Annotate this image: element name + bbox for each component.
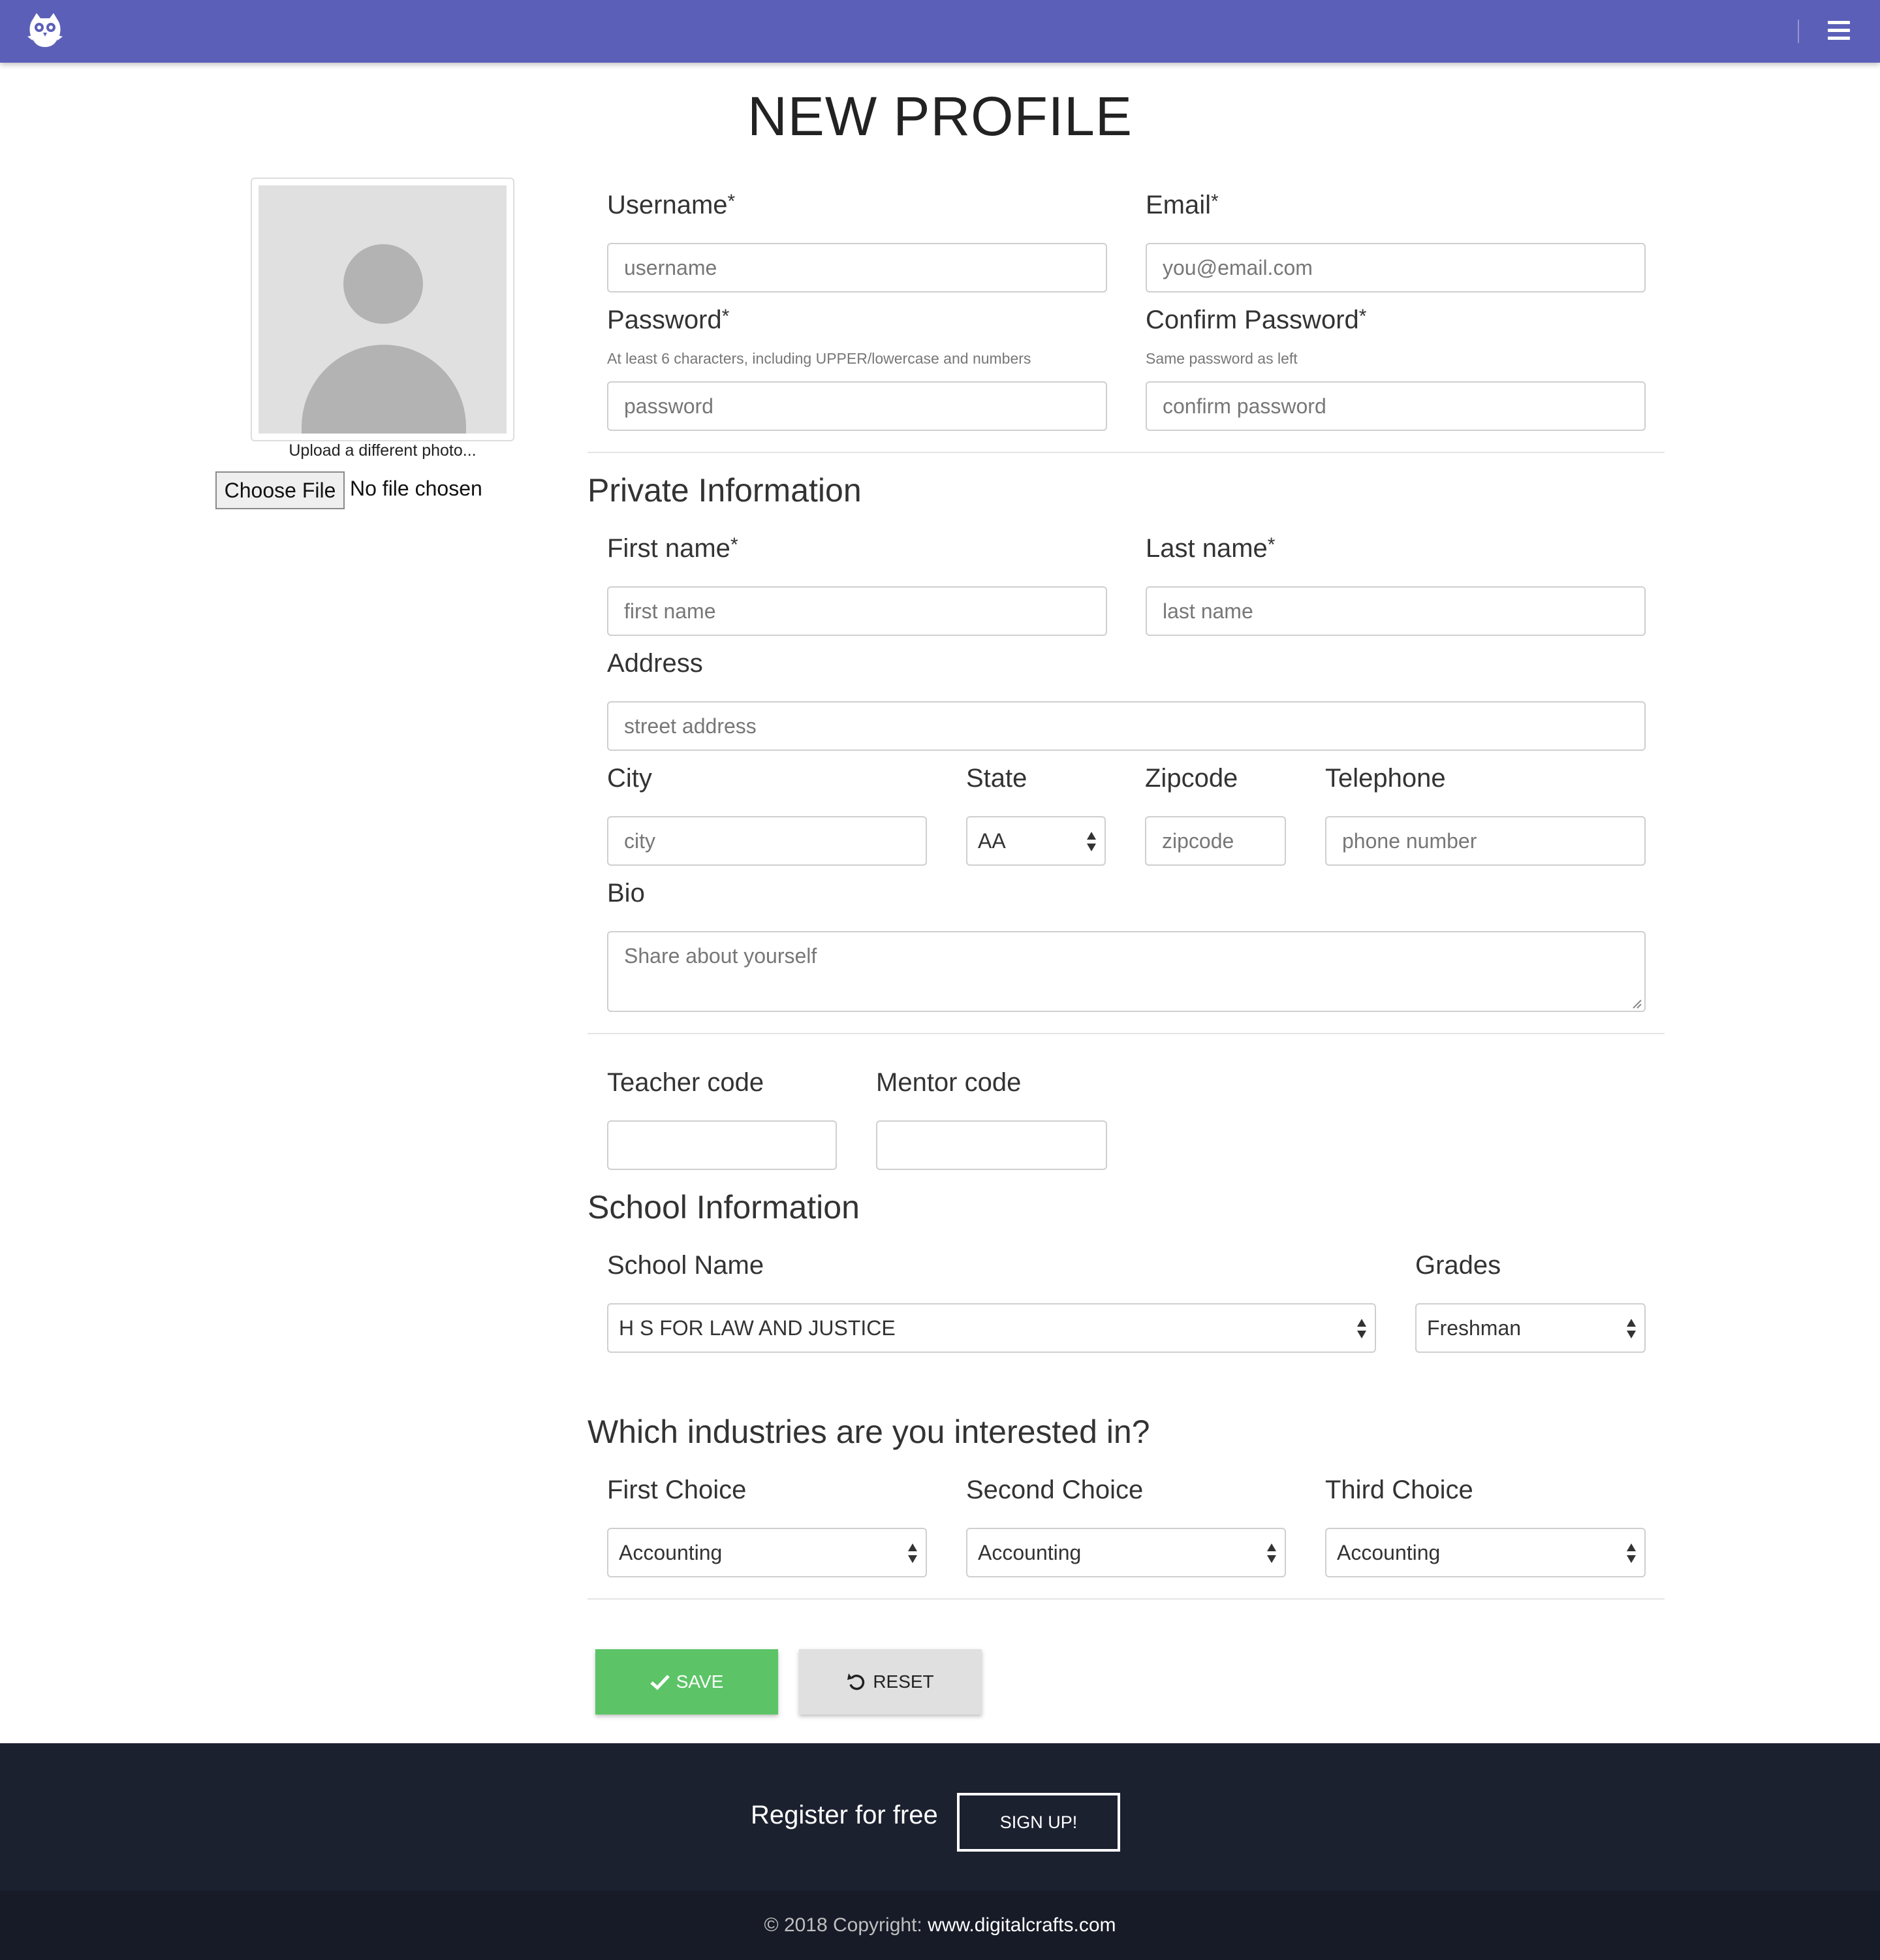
school-info-heading: School Information <box>588 1189 860 1225</box>
mentor-code-label: Mentor code <box>876 1068 1022 1097</box>
divider <box>588 1598 1665 1600</box>
mentor-code-input[interactable] <box>876 1120 1107 1170</box>
copyright-link[interactable]: www.digitalcrafts.com <box>928 1914 1116 1936</box>
state-label: State <box>966 764 1027 793</box>
hamburger-menu-icon[interactable] <box>1828 21 1850 40</box>
page-title: NEW PROFILE <box>747 86 1133 147</box>
select-arrows-icon <box>907 1543 918 1564</box>
teacher-code-input[interactable] <box>607 1120 837 1170</box>
first-choice-select[interactable]: Accounting <box>607 1528 927 1577</box>
copyright-prefix: © 2018 Copyright: <box>764 1914 928 1936</box>
file-status-text: No file chosen <box>350 477 482 500</box>
telephone-input[interactable] <box>1325 816 1646 866</box>
school-name-select[interactable]: H S FOR LAW AND JUSTICE <box>607 1303 1376 1353</box>
third-choice-value: Accounting <box>1337 1540 1441 1564</box>
city-label: City <box>607 764 652 793</box>
password-label: Password* <box>607 306 730 334</box>
footer <box>0 1743 1880 1891</box>
resize-handle-icon[interactable] <box>1631 998 1642 1009</box>
reset-button-label: RESET <box>873 1671 934 1692</box>
confirm-password-hint: Same password as left <box>1146 350 1298 367</box>
second-choice-label: Second Choice <box>966 1476 1144 1504</box>
last-name-label: Last name* <box>1146 534 1276 563</box>
address-input[interactable] <box>607 701 1646 751</box>
select-arrows-icon <box>1086 832 1097 853</box>
last-name-input[interactable] <box>1146 586 1646 636</box>
bio-textarea[interactable] <box>607 931 1646 1012</box>
grades-label: Grades <box>1415 1251 1501 1280</box>
first-choice-value: Accounting <box>619 1540 723 1564</box>
save-button-label: SAVE <box>676 1671 724 1692</box>
grades-value: Freshman <box>1427 1316 1522 1340</box>
state-select[interactable]: AA <box>966 816 1106 866</box>
confirm-password-label: Confirm Password* <box>1146 306 1367 334</box>
choose-file-button[interactable]: Choose File <box>215 471 345 509</box>
divider <box>588 1033 1665 1034</box>
avatar-placeholder-icon <box>258 185 507 434</box>
zipcode-label: Zipcode <box>1145 764 1238 793</box>
state-select-value: AA <box>978 829 1006 853</box>
register-text: Register for free <box>751 1801 938 1829</box>
bio-label: Bio <box>607 879 645 908</box>
select-arrows-icon <box>1626 1543 1637 1564</box>
address-label: Address <box>607 649 703 678</box>
select-arrows-icon <box>1356 1319 1367 1340</box>
password-hint: At least 6 characters, including UPPER/l… <box>607 350 1031 367</box>
upload-photo-caption: Upload a different photo... <box>289 441 477 460</box>
top-navbar <box>0 0 1880 63</box>
telephone-label: Telephone <box>1325 764 1446 793</box>
email-label: Email* <box>1146 191 1219 219</box>
select-arrows-icon <box>1266 1543 1277 1564</box>
industries-heading: Which industries are you interested in? <box>588 1414 1150 1450</box>
select-arrows-icon <box>1626 1319 1637 1340</box>
owl-logo-icon[interactable] <box>25 10 65 51</box>
save-button[interactable]: SAVE <box>595 1649 778 1715</box>
copyright-text: © 2018 Copyright: www.digitalcrafts.com <box>0 1914 1880 1936</box>
username-label: Username* <box>607 191 736 219</box>
school-name-value: H S FOR LAW AND JUSTICE <box>619 1316 896 1340</box>
teacher-code-label: Teacher code <box>607 1068 764 1097</box>
nav-divider <box>1798 20 1799 43</box>
city-input[interactable] <box>607 816 927 866</box>
private-info-heading: Private Information <box>588 472 862 509</box>
third-choice-label: Third Choice <box>1325 1476 1473 1504</box>
grades-select[interactable]: Freshman <box>1415 1303 1646 1353</box>
signup-button[interactable]: SIGN UP! <box>957 1793 1120 1852</box>
first-choice-label: First Choice <box>607 1476 747 1504</box>
check-icon <box>650 1675 670 1690</box>
zipcode-input[interactable] <box>1145 816 1286 866</box>
second-choice-value: Accounting <box>978 1540 1082 1564</box>
password-input[interactable] <box>607 381 1107 431</box>
profile-photo <box>251 178 514 441</box>
email-input[interactable] <box>1146 243 1646 292</box>
first-name-label: First name* <box>607 534 738 563</box>
school-name-label: School Name <box>607 1251 764 1280</box>
first-name-input[interactable] <box>607 586 1107 636</box>
username-input[interactable] <box>607 243 1107 292</box>
second-choice-select[interactable]: Accounting <box>966 1528 1286 1577</box>
confirm-password-input[interactable] <box>1146 381 1646 431</box>
third-choice-select[interactable]: Accounting <box>1325 1528 1646 1577</box>
undo-icon <box>847 1673 865 1690</box>
divider <box>588 452 1665 453</box>
reset-button[interactable]: RESET <box>799 1649 982 1715</box>
